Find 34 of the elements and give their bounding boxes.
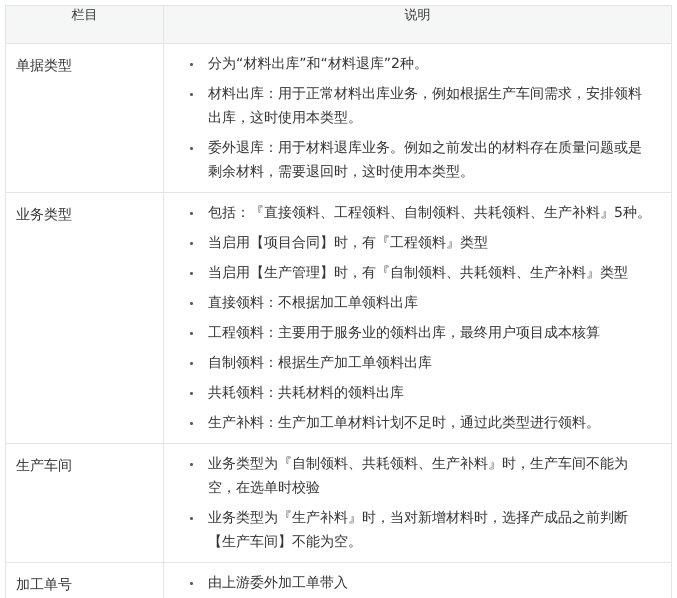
- description-text: 由上游委外加工单带入: [208, 574, 349, 593]
- description-text: 业务类型为『自制领料、共耗领料、生产补料』时，生产车间不能为空，在选单时校验: [208, 455, 629, 498]
- field-name: 业务类型: [16, 207, 72, 223]
- bullet-icon: [190, 362, 193, 365]
- bullet-icon: [190, 302, 193, 305]
- description-text: 共耗领料：共耗材料的领料出库: [208, 384, 405, 403]
- bullet-icon: [190, 63, 193, 66]
- field-name: 单据类型: [16, 58, 72, 74]
- description-text: 当启用【生产管理】时，有『自制领料、共耗领料、生产补料』类型: [208, 264, 629, 283]
- bullet-icon: [190, 212, 193, 215]
- description-text: 生产补料：生产加工单材料计划不足时，通过此类型进行领料。: [208, 414, 601, 433]
- description-text: 直接领料：不根据加工单领料出库: [208, 294, 419, 313]
- bullet-icon: [190, 463, 193, 466]
- field-name: 生产车间: [16, 458, 72, 474]
- column-header: 栏目: [6, 6, 164, 44]
- bullet-icon: [190, 517, 193, 520]
- column-header: 说明: [164, 6, 672, 44]
- bullet-icon: [190, 332, 193, 335]
- bullet-icon: [190, 242, 193, 245]
- description-text: 包括：『直接领料、工程领料、自制领料、共耗领料、生产补料』5种。: [208, 204, 652, 223]
- bullet-icon: [190, 93, 193, 96]
- bullet-icon: [190, 147, 193, 150]
- description-text: 当启用【项目合同】时，有『工程领料』类型: [208, 234, 489, 253]
- field-name: 加工单号: [16, 577, 72, 593]
- description-text: 业务类型为『生产补料』时，当对新增材料时，选择产成品之前判断【生产车间】不能为空。: [208, 509, 629, 552]
- description-text: 分为“材料出库”和“材料退库”2种。: [208, 55, 429, 74]
- description-text: 自制领料：根据生产加工单领料出库: [208, 354, 433, 373]
- description-text: 材料出库：用于正常材料出库业务，例如根据生产车间需求，安排领料出库，这时使用本类型。: [208, 85, 643, 128]
- description-text: 工程领料：主要用于服务业的领料出库，最终用户项目成本核算: [208, 324, 601, 343]
- description-text: 委外退库：用于材料退库业务。例如之前发出的材料存在质量问题或是剩余材料，需要退回时，这时使用本类型。: [208, 139, 643, 182]
- bullet-icon: [190, 392, 193, 395]
- bullet-icon: [190, 582, 193, 585]
- bullet-icon: [190, 422, 193, 425]
- bullet-icon: [190, 272, 193, 275]
